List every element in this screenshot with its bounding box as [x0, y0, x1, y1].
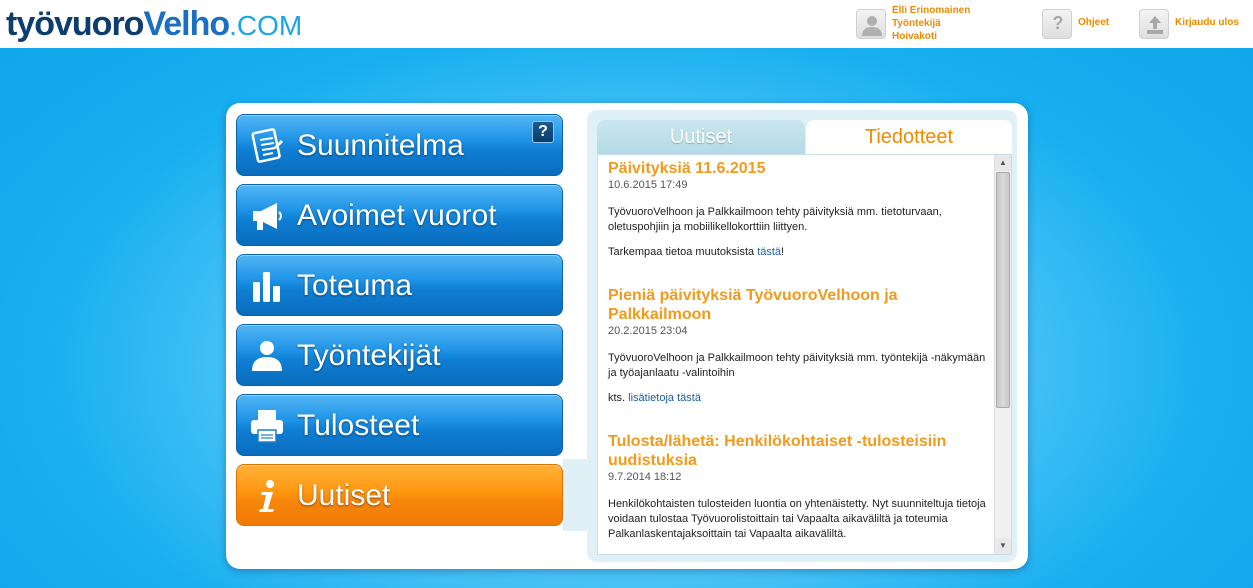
printer-icon — [249, 408, 285, 444]
bar-chart-icon — [249, 268, 285, 304]
menu-help-badge[interactable]: ? — [532, 121, 554, 143]
article: Päivityksiä 11.6.2015 10.6.2015 17:49 Ty… — [608, 159, 988, 260]
tab-uutiset[interactable]: Uutiset — [597, 120, 805, 154]
article-more: Tarkempaa tietoa muutoksista tästä! — [608, 246, 785, 258]
menu-avoimet-vuorot[interactable]: Avoimet vuorot — [236, 184, 563, 246]
scroll-down-arrow-icon[interactable]: ▼ — [995, 538, 1011, 554]
logo-part-3: .COM — [229, 10, 303, 41]
help-label: Ohjeet — [1078, 17, 1110, 28]
main-panel: Suunnitelma ? Avoimet vuorot Toteuma Työ… — [226, 103, 1028, 569]
article-text: Henkilökohtaisten tulosteiden luontia on… — [608, 498, 986, 540]
article-text: TyövuoroVelhoon ja Palkkailmoon tehty pä… — [608, 352, 986, 379]
user-name: Elli Erinomainen — [892, 5, 971, 16]
tab-tiedotteet[interactable]: Tiedotteet — [806, 120, 1012, 154]
logo[interactable]: työvuoroVelho.COM — [6, 4, 302, 44]
megaphone-icon — [249, 198, 285, 234]
menu-label: Työntekijät — [297, 339, 441, 372]
article-date: 9.7.2014 18:12 — [608, 471, 682, 483]
menu-label: Suunnitelma — [297, 129, 464, 162]
menu-suunnitelma[interactable]: Suunnitelma ? — [236, 114, 563, 176]
menu-label: Uutiset — [297, 479, 391, 512]
menu-uutiset[interactable]: Uutiset — [236, 464, 563, 526]
user-unit: Hoivakoti — [892, 31, 938, 42]
article-title[interactable]: Pieniä päivityksiä TyövuoroVelhoon ja Pa… — [608, 286, 988, 324]
menu-toteuma[interactable]: Toteuma — [236, 254, 563, 316]
menu-label: Avoimet vuorot — [297, 199, 497, 232]
article-title[interactable]: Päivityksiä 11.6.2015 — [608, 159, 988, 178]
user-avatar-icon — [856, 9, 886, 39]
checklist-icon — [249, 128, 285, 164]
bulletin-list[interactable]: Päivityksiä 11.6.2015 10.6.2015 17:49 Ty… — [597, 154, 1012, 555]
person-icon — [249, 338, 285, 374]
help-icon: ? — [1042, 9, 1072, 39]
news-panel: Uutiset Tiedotteet Päivityksiä 11.6.2015… — [587, 110, 1017, 562]
info-icon — [249, 478, 285, 514]
scrollbar[interactable]: ▲ ▼ — [994, 155, 1011, 554]
article: Tulosta/lähetä: Henkilökohtaiset -tulost… — [608, 432, 988, 542]
article-date: 20.2.2015 23:04 — [608, 325, 688, 337]
logo-part-2: Velho — [143, 5, 230, 43]
logout-icon — [1139, 9, 1169, 39]
article-more: kts. lisätietoja tästä — [608, 392, 701, 404]
article-title[interactable]: Tulosta/lähetä: Henkilökohtaiset -tulost… — [608, 432, 988, 470]
article-link[interactable]: lisätietoja tästä — [628, 392, 701, 404]
article-link[interactable]: tästä — [757, 246, 781, 258]
article-date: 10.6.2015 17:49 — [608, 179, 688, 191]
top-bar: työvuoroVelho.COM Elli Erinomainen Työnt… — [0, 0, 1253, 48]
menu-tyontekijat[interactable]: Työntekijät — [236, 324, 563, 386]
logout-label: Kirjaudu ulos — [1175, 17, 1239, 28]
menu-label: Toteuma — [297, 269, 413, 302]
logo-part-1: työvuoro — [6, 5, 144, 43]
scrollbar-thumb[interactable] — [996, 172, 1010, 408]
user-role: Työntekijä — [892, 18, 941, 29]
menu-tulosteet[interactable]: Tulosteet — [236, 394, 563, 456]
scroll-up-arrow-icon[interactable]: ▲ — [995, 155, 1011, 171]
active-tab-connector — [563, 459, 587, 531]
menu-label: Tulosteet — [297, 409, 420, 442]
article: Pieniä päivityksiä TyövuoroVelhoon ja Pa… — [608, 286, 988, 406]
article-text: TyövuoroVelhoon ja Palkkailmoon tehty pä… — [608, 206, 942, 233]
